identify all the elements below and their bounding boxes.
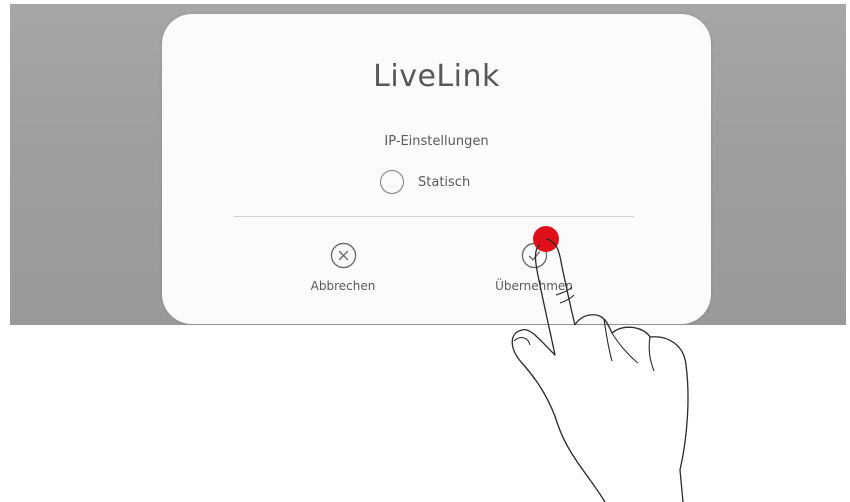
static-radio-button[interactable] — [380, 170, 404, 194]
device-screen: LiveLink IP-Einstellungen Statisch Abbre… — [10, 4, 846, 325]
cancel-button[interactable]: Abbrechen — [283, 242, 403, 293]
dialog-divider — [234, 216, 634, 217]
check-circle-icon — [521, 242, 547, 269]
ip-settings-label: IP-Einstellungen — [384, 134, 489, 149]
apply-label: Übernehmen — [495, 279, 573, 293]
static-ip-option[interactable]: Statisch — [380, 168, 470, 196]
static-option-label: Statisch — [418, 174, 471, 190]
livelink-dialog: LiveLink IP-Einstellungen Statisch Abbre… — [162, 14, 711, 324]
apply-button[interactable]: Übernehmen — [474, 242, 594, 293]
cancel-label: Abbrechen — [310, 279, 376, 293]
close-circle-icon — [330, 242, 356, 269]
dialog-title: LiveLink — [373, 59, 500, 94]
